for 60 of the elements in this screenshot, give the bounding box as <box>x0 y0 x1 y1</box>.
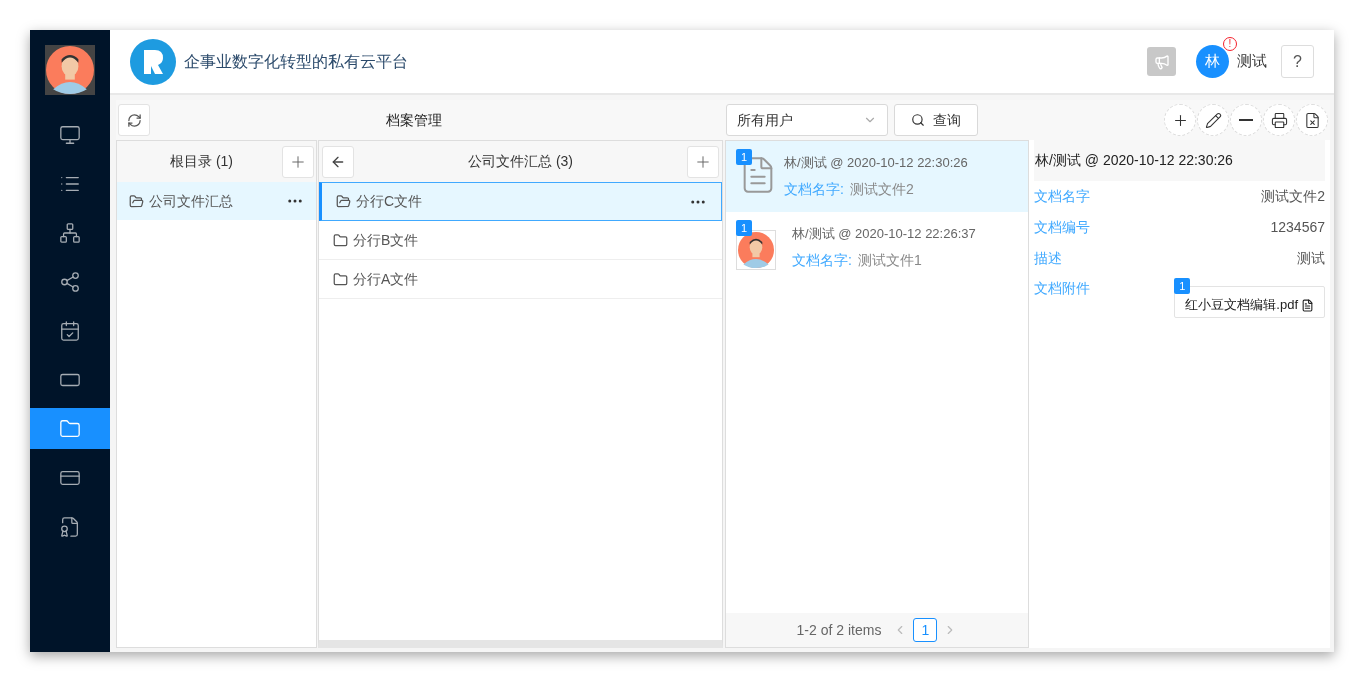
refresh-icon <box>126 112 142 128</box>
minus-icon <box>1239 119 1253 121</box>
count-badge: 1 <box>736 220 752 236</box>
field-value: 测试文件2 <box>1261 187 1325 206</box>
folder-open-icon <box>336 194 351 209</box>
pencil-icon <box>1204 111 1222 129</box>
folder-name: 分行C文件 <box>356 192 424 211</box>
document-row[interactable]: 1 林/测试 @ 2020-10-12 22:30:26 文档名字: 测试文件2 <box>726 141 1028 212</box>
print-button[interactable] <box>1263 104 1295 136</box>
folder-icon <box>333 232 348 248</box>
folder-name: 分行A文件 <box>353 269 420 289</box>
folder-open-icon <box>129 193 144 209</box>
count-badge: 1 <box>1174 278 1191 294</box>
folder-row[interactable]: 分行C文件 <box>319 182 722 221</box>
folder-name: 公司文件汇总 <box>149 191 234 211</box>
field-label: 文档附件 <box>1034 279 1090 298</box>
alert-badge: ! <box>1223 37 1237 51</box>
app-title: 企事业数字化转型的私有云平台 <box>184 51 408 72</box>
document-thumbnail <box>738 232 774 268</box>
back-button[interactable] <box>322 145 354 178</box>
refresh-button[interactable] <box>118 104 150 136</box>
logo-icon <box>130 38 176 85</box>
field-label: 描述 <box>1034 249 1062 268</box>
help-button[interactable]: ? <box>1281 45 1314 78</box>
nodes-icon <box>59 270 81 293</box>
profile-avatar <box>46 46 94 94</box>
monitor-icon <box>59 123 81 146</box>
count-badge: 1 <box>736 149 752 165</box>
detail-header: 林/测试 @ 2020-10-12 22:30:26 <box>1035 151 1233 170</box>
field-label: 文档名字: <box>792 251 852 270</box>
search-button[interactable]: 查询 <box>894 104 978 136</box>
field-value: 1234567 <box>1270 218 1325 237</box>
field-value: 测试 <box>1297 249 1325 268</box>
author-time: 林/测试 @ 2020-10-12 22:26:37 <box>792 225 976 243</box>
user-filter-select[interactable]: 所有用户 <box>726 104 888 136</box>
folder-row[interactable]: 公司文件汇总 <box>117 182 316 220</box>
folder-icon <box>333 271 348 287</box>
certificate-icon <box>59 515 81 538</box>
folder-icon <box>59 417 81 440</box>
author-time: 林/测试 @ 2020-10-12 22:30:26 <box>784 154 968 172</box>
folder-name: 分行B文件 <box>353 230 420 250</box>
pagination-summary: 1-2 of 2 items <box>796 620 882 640</box>
edit-button[interactable] <box>1197 104 1229 136</box>
document-name: 测试文件1 <box>857 251 922 270</box>
remove-button[interactable] <box>1230 104 1262 136</box>
field-label: 文档编号 <box>1034 218 1090 237</box>
spreadsheet-file-icon <box>1303 111 1321 129</box>
search-icon <box>911 113 925 127</box>
megaphone-icon <box>1153 53 1170 70</box>
panel-title: 根目录 (1) <box>169 152 234 171</box>
field-label: 文档名字 <box>1034 187 1090 206</box>
page-title: 档案管理 <box>386 110 442 130</box>
export-button[interactable] <box>1296 104 1328 136</box>
printer-icon <box>1270 111 1288 129</box>
field-label: 文档名字: <box>784 180 844 199</box>
user-name: 测试 <box>1237 51 1267 72</box>
panel-title: 公司文件汇总 (3) <box>467 152 574 171</box>
calendar-icon <box>59 319 81 342</box>
document-name: 测试文件2 <box>849 180 914 199</box>
network-icon <box>59 221 81 244</box>
